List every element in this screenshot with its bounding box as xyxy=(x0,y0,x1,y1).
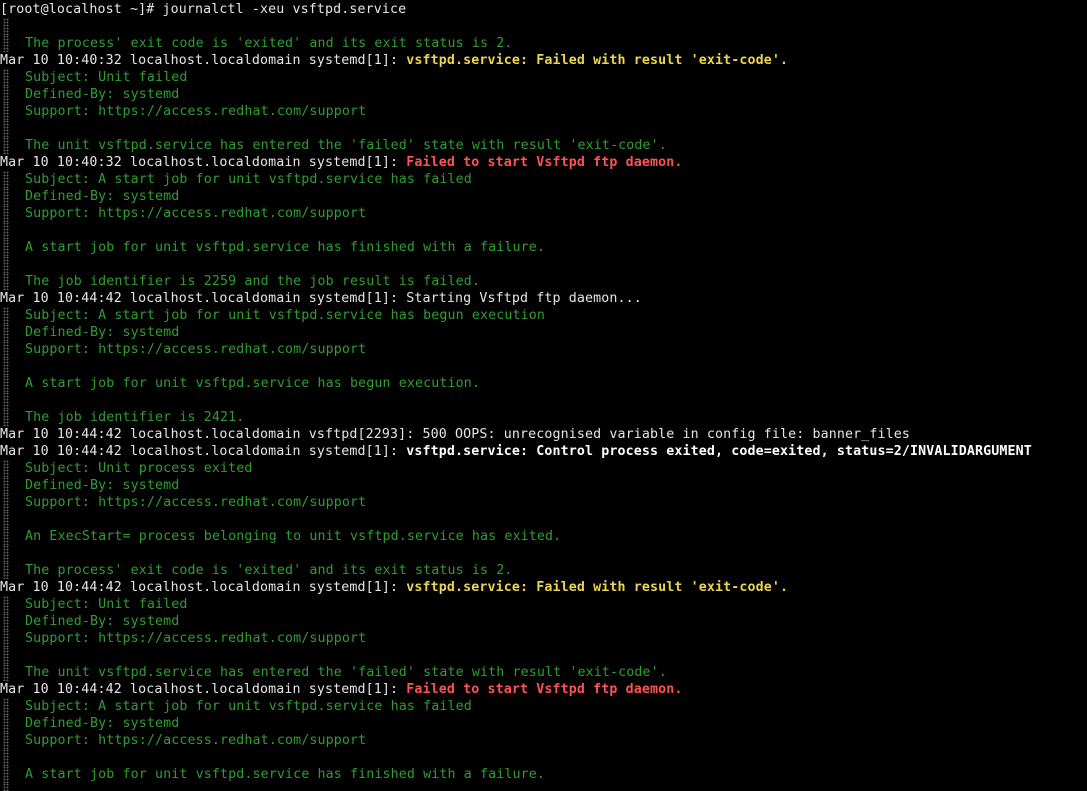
journal-metadata-line: The job identifier is 2421. xyxy=(0,409,1087,426)
log-prefix: Mar 10 10:40:32 localhost.localdomain sy… xyxy=(0,53,407,68)
log-error-message: Failed to start Vsftpd ftp daemon. xyxy=(406,155,683,170)
log-error-message: Failed to start Vsftpd ftp daemon. xyxy=(406,682,683,697)
journal-metadata-line xyxy=(0,647,1087,664)
journal-metadata-line: Subject: Unit process exited xyxy=(0,460,1087,477)
journal-metadata-line: Subject: A start job for unit vsftpd.ser… xyxy=(0,698,1087,715)
command-text: journalctl -xeu vsftpd.service xyxy=(162,2,407,17)
journal-log-entry: Mar 10 10:44:42 localhost.localdomain sy… xyxy=(0,290,1087,307)
journal-metadata-line: Subject: Unit failed xyxy=(0,69,1087,86)
journal-metadata-line: Defined-By: systemd xyxy=(0,477,1087,494)
journal-metadata-line xyxy=(0,358,1087,375)
journal-metadata-line: A start job for unit vsftpd.service has … xyxy=(0,766,1087,783)
journal-metadata-line: Support: https://access.redhat.com/suppo… xyxy=(0,630,1087,647)
journal-log-entry: Mar 10 10:44:42 localhost.localdomain sy… xyxy=(0,579,1087,596)
journal-metadata-line xyxy=(0,256,1087,273)
journal-metadata-line: Subject: Unit failed xyxy=(0,596,1087,613)
log-prefix: Mar 10 10:40:32 localhost.localdomain sy… xyxy=(0,155,407,170)
journal-log-entry: Mar 10 10:44:42 localhost.localdomain sy… xyxy=(0,443,1087,460)
log-message: 500 OOPS: unrecognised variable in confi… xyxy=(422,427,911,442)
journal-metadata-line: The process' exit code is 'exited' and i… xyxy=(0,35,1087,52)
journal-metadata-line: Subject: A start job for unit vsftpd.ser… xyxy=(0,307,1087,324)
log-prefix: Mar 10 10:44:42 localhost.localdomain sy… xyxy=(0,291,407,306)
journal-metadata-line: Defined-By: systemd xyxy=(0,324,1087,341)
log-message: Starting Vsftpd ftp daemon... xyxy=(406,291,642,306)
journal-metadata-line: Support: https://access.redhat.com/suppo… xyxy=(0,494,1087,511)
journal-metadata-line: The unit vsftpd.service has entered the … xyxy=(0,137,1087,154)
journal-metadata-line: An ExecStart= process belonging to unit … xyxy=(0,528,1087,545)
journal-metadata-line: Support: https://access.redhat.com/suppo… xyxy=(0,103,1087,120)
journal-metadata-line xyxy=(0,511,1087,528)
journal-metadata-line xyxy=(0,120,1087,137)
shell-prompt: [root@localhost ~]# xyxy=(0,2,163,17)
journal-metadata-line: Defined-By: systemd xyxy=(0,86,1087,103)
journal-metadata-line: The process' exit code is 'exited' and i… xyxy=(0,562,1087,579)
journal-metadata-line: Support: https://access.redhat.com/suppo… xyxy=(0,205,1087,222)
journal-metadata-line: Support: https://access.redhat.com/suppo… xyxy=(0,341,1087,358)
journal-metadata-line: A start job for unit vsftpd.service has … xyxy=(0,375,1087,392)
journal-log-entry: Mar 10 10:44:42 localhost.localdomain vs… xyxy=(0,426,1087,443)
journal-metadata-line: Defined-By: systemd xyxy=(0,715,1087,732)
journal-metadata-line xyxy=(0,392,1087,409)
journal-metadata-line: Subject: A start job for unit vsftpd.ser… xyxy=(0,171,1087,188)
journal-output: The process' exit code is 'exited' and i… xyxy=(0,18,1087,791)
log-emphasis-message: vsftpd.service: Control process exited, … xyxy=(406,444,1032,459)
journal-metadata-line: The job identifier is 2259 and the job r… xyxy=(0,273,1087,290)
journal-metadata-line: A start job for unit vsftpd.service has … xyxy=(0,239,1087,256)
journal-metadata-line: Defined-By: systemd xyxy=(0,188,1087,205)
journal-log-entry: Mar 10 10:40:32 localhost.localdomain sy… xyxy=(0,154,1087,171)
log-prefix: Mar 10 10:44:42 localhost.localdomain sy… xyxy=(0,444,407,459)
journal-metadata-line xyxy=(0,545,1087,562)
log-warning-message: vsftpd.service: Failed with result 'exit… xyxy=(406,580,789,595)
journal-metadata-line: The unit vsftpd.service has entered the … xyxy=(0,664,1087,681)
journal-metadata-line xyxy=(0,749,1087,766)
journal-metadata-line: Defined-By: systemd xyxy=(0,613,1087,630)
journal-metadata-line xyxy=(0,222,1087,239)
log-prefix: Mar 10 10:44:42 localhost.localdomain sy… xyxy=(0,580,407,595)
log-warning-message: vsftpd.service: Failed with result 'exit… xyxy=(406,53,789,68)
log-prefix: Mar 10 10:44:42 localhost.localdomain sy… xyxy=(0,682,407,697)
command-line: [root@localhost ~]# journalctl -xeu vsft… xyxy=(0,1,1087,18)
journal-log-entry: Mar 10 10:40:32 localhost.localdomain sy… xyxy=(0,52,1087,69)
terminal-window[interactable]: [root@localhost ~]# journalctl -xeu vsft… xyxy=(0,0,1087,791)
log-prefix: Mar 10 10:44:42 localhost.localdomain vs… xyxy=(0,427,423,442)
journal-metadata-line xyxy=(0,18,1087,35)
journal-log-entry: Mar 10 10:44:42 localhost.localdomain sy… xyxy=(0,681,1087,698)
journal-metadata-line: Support: https://access.redhat.com/suppo… xyxy=(0,732,1087,749)
